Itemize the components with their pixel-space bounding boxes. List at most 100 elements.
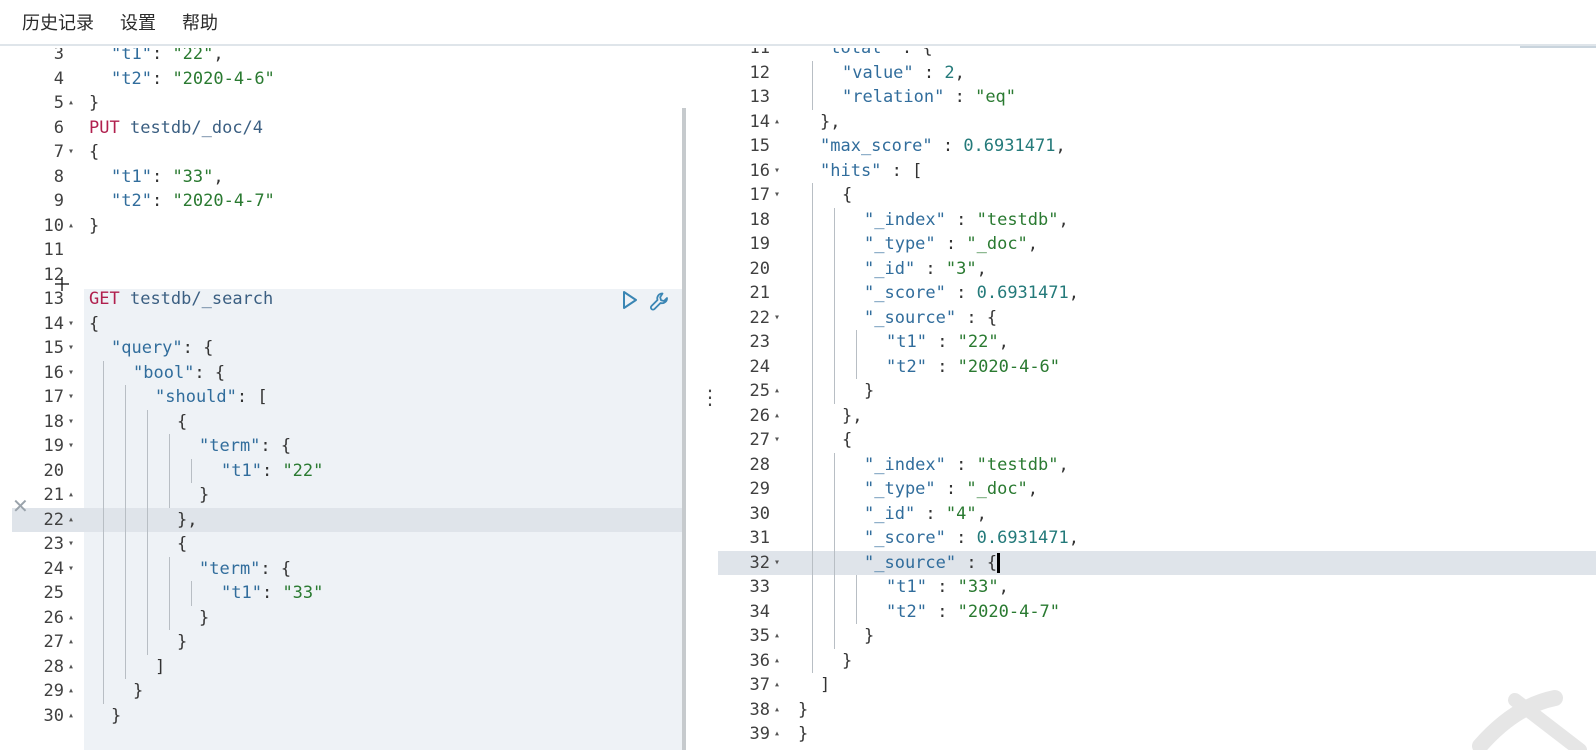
code-line[interactable]: 26 ▴} bbox=[12, 605, 686, 631]
code-line[interactable]: 28 ▴] bbox=[12, 654, 686, 680]
fold-expanded-icon[interactable]: ▾ bbox=[68, 410, 74, 435]
fold-collapsed-icon[interactable]: ▴ bbox=[774, 673, 780, 698]
code-line[interactable]: 24 "t2" : "2020-4-6" bbox=[718, 354, 1596, 379]
fold-collapsed-icon[interactable]: ▴ bbox=[68, 704, 74, 729]
indent-guide bbox=[856, 354, 857, 379]
code-line[interactable]: 30 ▴} bbox=[12, 704, 686, 729]
fold-collapsed-icon[interactable]: ▴ bbox=[774, 649, 780, 674]
code-line[interactable]: 25 ▴} bbox=[718, 379, 1596, 404]
fold-expanded-icon[interactable]: ▾ bbox=[68, 434, 74, 459]
code-line[interactable]: 12 bbox=[12, 263, 686, 288]
code-line[interactable]: 20 "_id" : "3", bbox=[718, 256, 1596, 281]
code-line[interactable]: 17 ▾ "should": [ bbox=[12, 385, 686, 410]
fold-expanded-icon[interactable]: ▾ bbox=[774, 183, 780, 208]
code-line[interactable]: 18 ▾ { bbox=[12, 409, 686, 435]
fold-collapsed-icon[interactable]: ▴ bbox=[68, 483, 74, 508]
code-token: : bbox=[944, 87, 976, 107]
code-line[interactable]: 29 ▴} bbox=[12, 679, 686, 704]
code-line[interactable]: 23 ▾ { bbox=[12, 532, 686, 557]
code-line[interactable]: 14 ▾ { bbox=[12, 312, 686, 337]
fold-collapsed-icon[interactable]: ▴ bbox=[774, 379, 780, 404]
code-line[interactable]: 12 "value" : 2, bbox=[718, 60, 1596, 85]
code-line[interactable]: 13 GET testdb/_search bbox=[12, 287, 686, 312]
code-line[interactable]: 32 ▾ "_source" : { bbox=[718, 550, 1596, 576]
code-line[interactable]: 4 "t2": "2020-4-6" bbox=[12, 67, 686, 92]
menu-history[interactable]: 历史记录 bbox=[22, 9, 94, 35]
code-line[interactable]: 9 "t2": "2020-4-7" bbox=[12, 189, 686, 214]
code-line[interactable]: 27 ▾ { bbox=[718, 428, 1596, 453]
code-line[interactable]: 6 PUT testdb/_doc/4 bbox=[12, 116, 686, 141]
code-line[interactable]: 16 ▾ "bool": { bbox=[12, 360, 686, 386]
vertical-dots-icon[interactable]: ⋮ bbox=[700, 388, 720, 410]
code-line[interactable]: 28 "_index" : "testdb", bbox=[718, 452, 1596, 477]
wrench-icon[interactable] bbox=[648, 290, 672, 319]
code-line[interactable]: 33 "t1" : "33", bbox=[718, 575, 1596, 600]
request-editor-pane[interactable]: 3 "t1": "22", 4 "t2": "2020-4-6" 5 ▴} 6 PUT tes… bbox=[12, 48, 686, 750]
code-line[interactable]: 17 ▾ { bbox=[718, 183, 1596, 208]
code-line[interactable]: 26 ▴}, bbox=[718, 403, 1596, 429]
code-line[interactable]: 29 "_type" : "_doc", bbox=[718, 477, 1596, 502]
code-line[interactable]: 19 "_type" : "_doc", bbox=[718, 232, 1596, 257]
code-line[interactable]: 14 ▴}, bbox=[718, 110, 1596, 135]
code-line[interactable]: 10 ▴} bbox=[12, 214, 686, 239]
response-viewer[interactable]: 11 "total" : {12 "value" : 2, 13 "relation" … bbox=[718, 48, 1596, 750]
code-line[interactable]: 25 "t1": "33" bbox=[12, 581, 686, 606]
code-line[interactable]: 22 ▾ "_source" : { bbox=[718, 305, 1596, 331]
fold-collapsed-icon[interactable]: ▴ bbox=[774, 110, 780, 135]
code-line[interactable]: 16 ▾ "hits" : [ bbox=[718, 159, 1596, 184]
fold-expanded-icon[interactable]: ▾ bbox=[774, 551, 780, 576]
code-line[interactable]: 22 ▴}, bbox=[12, 507, 686, 533]
fold-collapsed-icon[interactable]: ▴ bbox=[68, 214, 74, 239]
fold-expanded-icon[interactable]: ▾ bbox=[68, 336, 74, 361]
code-line[interactable]: 7 ▾ { bbox=[12, 140, 686, 165]
request-editor-scrollbar[interactable] bbox=[682, 108, 686, 750]
fold-expanded-icon[interactable]: ▾ bbox=[68, 361, 74, 386]
fold-collapsed-icon[interactable]: ▴ bbox=[774, 404, 780, 429]
fold-collapsed-icon[interactable]: ▴ bbox=[68, 91, 74, 116]
fold-expanded-icon[interactable]: ▾ bbox=[68, 140, 74, 165]
fold-collapsed-icon[interactable]: ▴ bbox=[774, 722, 780, 747]
code-line[interactable]: 3 "t1": "22", bbox=[12, 48, 686, 67]
fold-collapsed-icon[interactable]: ▴ bbox=[774, 698, 780, 723]
code-line[interactable]: 8 "t1": "33", bbox=[12, 165, 686, 190]
menu-help[interactable]: 帮助 bbox=[182, 9, 218, 35]
fold-collapsed-icon[interactable]: ▴ bbox=[774, 624, 780, 649]
fold-collapsed-icon[interactable]: ▴ bbox=[68, 655, 74, 680]
menu-settings[interactable]: 设置 bbox=[120, 9, 156, 35]
play-icon[interactable] bbox=[621, 290, 639, 315]
fold-collapsed-icon[interactable]: ▴ bbox=[68, 679, 74, 704]
fold-expanded-icon[interactable]: ▾ bbox=[68, 557, 74, 582]
fold-expanded-icon[interactable]: ▾ bbox=[68, 532, 74, 557]
code-line[interactable]: 27 ▴} bbox=[12, 630, 686, 655]
code-line[interactable]: 15 ▾ "query": { bbox=[12, 336, 686, 361]
request-editor[interactable]: 3 "t1": "22", 4 "t2": "2020-4-6" 5 ▴} 6 PUT tes… bbox=[12, 48, 686, 750]
code-line[interactable]: 11 "total" : { bbox=[718, 48, 1596, 61]
code-line[interactable]: 18 "_index" : "testdb", bbox=[718, 207, 1596, 232]
fold-expanded-icon[interactable]: ▾ bbox=[68, 385, 74, 410]
fold-collapsed-icon[interactable]: ▴ bbox=[68, 606, 74, 631]
code-line[interactable]: 13 "relation" : "eq" bbox=[718, 85, 1596, 110]
code-line[interactable]: 21 ▴} bbox=[12, 483, 686, 508]
code-line[interactable]: 24 ▾ "term": { bbox=[12, 556, 686, 582]
code-token: } bbox=[199, 607, 210, 628]
close-icon[interactable]: ✕ bbox=[12, 494, 29, 519]
fold-expanded-icon[interactable]: ▾ bbox=[774, 306, 780, 331]
code-line[interactable]: 36 ▴} bbox=[718, 648, 1596, 674]
response-viewer-pane[interactable]: 11 "total" : {12 "value" : 2, 13 "relation" … bbox=[718, 48, 1596, 750]
fold-collapsed-icon[interactable]: ▴ bbox=[68, 630, 74, 655]
code-line[interactable]: 11 bbox=[12, 238, 686, 263]
code-line[interactable]: 30 "_id" : "4", bbox=[718, 501, 1596, 526]
code-line[interactable]: 5 ▴} bbox=[12, 91, 686, 116]
code-line[interactable]: 15 "max_score" : 0.6931471, bbox=[718, 134, 1596, 159]
fold-expanded-icon[interactable]: ▾ bbox=[774, 159, 780, 184]
code-line[interactable]: 19 ▾ "term": { bbox=[12, 434, 686, 459]
fold-expanded-icon[interactable]: ▾ bbox=[774, 428, 780, 453]
code-line[interactable]: 35 ▴} bbox=[718, 624, 1596, 649]
code-line[interactable]: 21 "_score" : 0.6931471, bbox=[718, 281, 1596, 306]
code-line[interactable]: 34 "t2" : "2020-4-7" bbox=[718, 599, 1596, 624]
code-line[interactable]: 31 "_score" : 0.6931471, bbox=[718, 526, 1596, 551]
fold-expanded-icon[interactable]: ▾ bbox=[68, 312, 74, 337]
code-line[interactable]: 23 "t1" : "22", bbox=[718, 330, 1596, 355]
code-line[interactable]: 20 "t1": "22" bbox=[12, 458, 686, 483]
fold-collapsed-icon[interactable]: ▴ bbox=[68, 508, 74, 533]
